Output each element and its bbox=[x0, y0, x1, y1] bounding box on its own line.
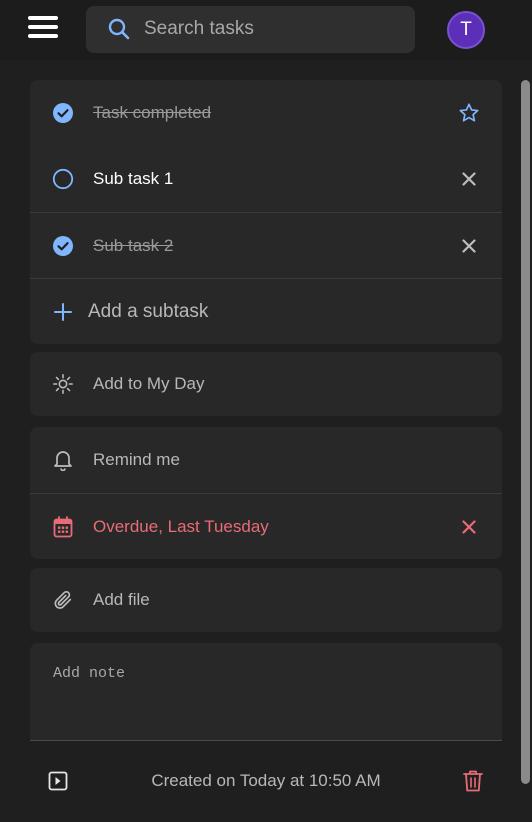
bell-icon bbox=[51, 448, 75, 472]
close-icon bbox=[462, 238, 476, 253]
empty-circle-icon bbox=[52, 168, 74, 190]
search-box[interactable] bbox=[86, 6, 415, 53]
task-card: Task completed Sub task 1 Sub task 2 Add… bbox=[30, 80, 502, 344]
search-input[interactable] bbox=[144, 14, 404, 44]
sun-icon bbox=[51, 372, 75, 396]
search-icon bbox=[108, 18, 130, 40]
remind-me-label: Remind me bbox=[93, 450, 180, 469]
close-icon bbox=[462, 519, 476, 534]
note-textarea[interactable] bbox=[53, 665, 483, 725]
due-date-label: Overdue, Last Tuesday bbox=[93, 516, 269, 536]
scrollbar[interactable] bbox=[521, 80, 530, 784]
schedule-card: Remind me Overdue, Last Tuesday bbox=[30, 427, 502, 559]
check-circle-icon bbox=[53, 103, 73, 123]
plus-icon bbox=[51, 300, 75, 324]
add-subtask-label: Add a subtask bbox=[88, 300, 209, 322]
important-star-button[interactable] bbox=[456, 100, 482, 126]
top-bar: T bbox=[0, 0, 532, 60]
add-to-my-day-label: Add to My Day bbox=[93, 374, 205, 393]
subtask-label[interactable]: Sub task 1 bbox=[93, 169, 173, 189]
remove-due-date-button[interactable] bbox=[456, 514, 482, 540]
subtask-checkbox[interactable] bbox=[51, 234, 75, 258]
subtask-row: Sub task 1 bbox=[30, 146, 502, 212]
add-subtask-row[interactable]: Add a subtask bbox=[30, 278, 502, 344]
task-title-row: Task completed bbox=[30, 80, 502, 146]
file-card[interactable]: Add file bbox=[30, 568, 502, 632]
task-title[interactable]: Task completed bbox=[93, 103, 211, 123]
subtask-row: Sub task 2 bbox=[30, 212, 502, 278]
check-circle-icon bbox=[53, 235, 73, 256]
remove-subtask-button[interactable] bbox=[456, 166, 482, 192]
subtask-label[interactable]: Sub task 2 bbox=[93, 236, 173, 256]
avatar[interactable]: T bbox=[447, 11, 485, 49]
add-to-my-day-row[interactable]: Add to My Day bbox=[30, 352, 502, 416]
subtask-checkbox[interactable] bbox=[51, 167, 75, 191]
note-box[interactable] bbox=[30, 643, 502, 741]
delete-task-button[interactable] bbox=[462, 769, 486, 795]
trash-icon bbox=[463, 770, 483, 792]
my-day-card[interactable]: Add to My Day bbox=[30, 352, 502, 416]
add-file-label: Add file bbox=[93, 590, 150, 609]
add-file-row[interactable]: Add file bbox=[30, 568, 502, 632]
remove-subtask-button[interactable] bbox=[456, 233, 482, 259]
details-footer: Created on Today at 10:50 AM bbox=[30, 742, 502, 822]
remind-me-row[interactable]: Remind me bbox=[30, 427, 502, 493]
paperclip-icon bbox=[51, 588, 75, 612]
calendar-icon bbox=[51, 515, 75, 539]
created-timestamp: Created on Today at 10:50 AM bbox=[151, 771, 381, 790]
due-date-row[interactable]: Overdue, Last Tuesday bbox=[30, 493, 502, 559]
task-complete-checkbox[interactable] bbox=[51, 101, 75, 125]
close-icon bbox=[462, 172, 476, 186]
star-icon bbox=[459, 103, 479, 122]
hamburger-menu-icon[interactable] bbox=[28, 16, 58, 42]
